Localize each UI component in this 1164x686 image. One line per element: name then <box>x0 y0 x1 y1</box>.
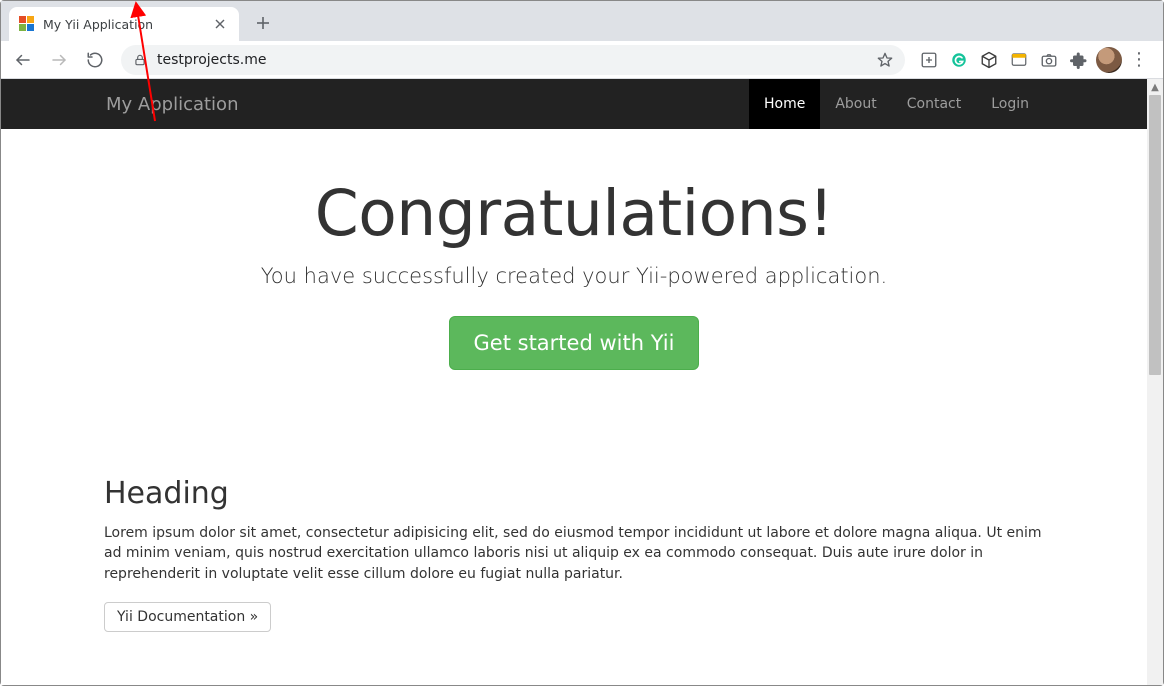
browser-tab-active[interactable]: My Yii Application <box>9 7 239 41</box>
section-paragraph: Lorem ipsum dolor sit amet, consectetur … <box>104 523 1044 584</box>
tab-favicon <box>19 16 35 32</box>
extensions-area: ⋮ <box>915 46 1157 74</box>
tab-title: My Yii Application <box>43 17 153 32</box>
vertical-scrollbar[interactable]: ▲ <box>1147 79 1163 685</box>
tab-close-button[interactable] <box>211 15 229 33</box>
new-tab-button[interactable] <box>249 9 277 37</box>
brand-link[interactable]: My Application <box>104 94 240 115</box>
nav-links: Home About Contact Login <box>749 79 1044 129</box>
nav-home[interactable]: Home <box>749 79 820 129</box>
jumbotron: Congratulations! You have successfully c… <box>104 129 1044 418</box>
get-started-button[interactable]: Get started with Yii <box>449 316 700 370</box>
browser-menu-button[interactable]: ⋮ <box>1125 46 1153 74</box>
scrollbar-up-arrow[interactable]: ▲ <box>1147 79 1163 95</box>
extension-grammarly-icon[interactable] <box>945 46 973 74</box>
documentation-button[interactable]: Yii Documentation » <box>104 602 271 632</box>
extensions-puzzle-icon[interactable] <box>1065 46 1093 74</box>
section-heading: Heading <box>104 476 1044 511</box>
back-button[interactable] <box>7 45 39 75</box>
extension-shield-icon[interactable] <box>1005 46 1033 74</box>
body-section: Heading Lorem ipsum dolor sit amet, cons… <box>104 418 1044 632</box>
profile-avatar[interactable] <box>1095 46 1123 74</box>
browser-tabstrip: My Yii Application <box>1 1 1163 41</box>
extension-cube-icon[interactable] <box>975 46 1003 74</box>
nav-contact[interactable]: Contact <box>892 79 976 129</box>
nav-login[interactable]: Login <box>976 79 1044 129</box>
extension-camera-icon[interactable] <box>1035 46 1063 74</box>
browser-toolbar: testprojects.me ⋮ <box>1 41 1163 79</box>
browser-viewport: My Application Home About Contact Login … <box>1 79 1163 685</box>
extension-tool-icon[interactable] <box>915 46 943 74</box>
address-bar[interactable]: testprojects.me <box>121 45 905 75</box>
app-navbar: My Application Home About Contact Login <box>1 79 1147 129</box>
jumbotron-lead: You have successfully created your Yii-p… <box>104 264 1044 288</box>
reload-button[interactable] <box>79 45 111 75</box>
nav-about[interactable]: About <box>820 79 891 129</box>
forward-button[interactable] <box>43 45 75 75</box>
bookmark-star-icon[interactable] <box>877 52 893 68</box>
lock-icon <box>133 53 147 67</box>
scrollbar-thumb[interactable] <box>1149 95 1161 375</box>
page-content: My Application Home About Contact Login … <box>1 79 1147 685</box>
jumbotron-title: Congratulations! <box>104 177 1044 250</box>
url-text: testprojects.me <box>157 52 266 68</box>
